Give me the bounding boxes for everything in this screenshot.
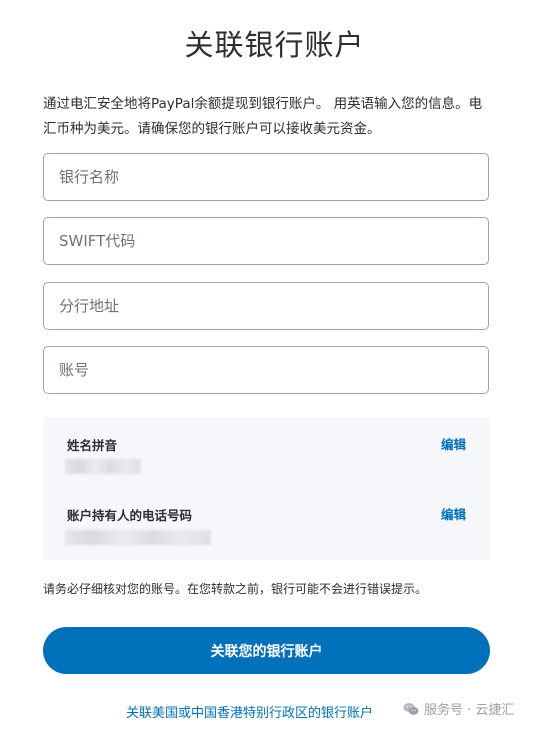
wechat-icon bbox=[403, 702, 419, 715]
redacted-name bbox=[65, 459, 141, 474]
account-holder-info-panel: 姓名拼音 编辑 账户持有人的电话号码 编辑 bbox=[43, 417, 490, 560]
phone-number-label: 账户持有人的电话号码 bbox=[67, 508, 193, 523]
name-pinyin-label: 姓名拼音 bbox=[67, 438, 118, 453]
branch-address-input[interactable] bbox=[43, 282, 489, 330]
watermark: 服务号 · 云捷汇 bbox=[398, 697, 519, 720]
watermark-text: 服务号 · 云捷汇 bbox=[424, 703, 515, 718]
account-number-input[interactable] bbox=[43, 346, 489, 394]
verification-note: 请务必仔细核对您的账号。在您转款之前，银行可能不会进行错误提示。 bbox=[43, 582, 428, 596]
swift-code-input[interactable] bbox=[43, 217, 489, 265]
redacted-phone bbox=[65, 530, 211, 545]
intro-text: 通过电汇安全地将PayPal余额提现到银行账户。 用英语输入您的信息。电汇币种为… bbox=[43, 96, 483, 137]
bank-name-input[interactable] bbox=[43, 153, 489, 201]
link-us-hk-bank-account-link[interactable]: 关联美国或中国香港特别行政区的银行账户 bbox=[126, 702, 373, 721]
page-title: 关联银行账户 bbox=[184, 28, 365, 62]
edit-name-link[interactable]: 编辑 bbox=[441, 434, 466, 453]
edit-phone-link[interactable]: 编辑 bbox=[441, 504, 466, 523]
link-bank-account-button[interactable]: 关联您的银行账户 bbox=[43, 627, 490, 674]
